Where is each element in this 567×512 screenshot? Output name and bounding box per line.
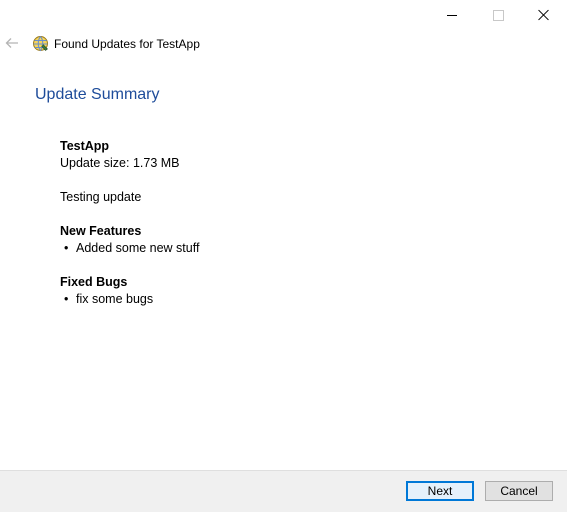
update-description: Testing update bbox=[60, 190, 142, 204]
bullet-icon: • bbox=[64, 241, 69, 255]
fixed-bugs-heading: Fixed Bugs bbox=[60, 275, 128, 289]
minimize-button[interactable] bbox=[429, 0, 475, 30]
update-size: Update size: 1.73 MB bbox=[60, 156, 180, 170]
cancel-button[interactable]: Cancel bbox=[485, 481, 553, 501]
update-window: Found Updates for TestApp Update Summary… bbox=[0, 0, 567, 512]
maximize-button[interactable] bbox=[475, 0, 521, 30]
update-app-icon bbox=[33, 36, 48, 52]
back-button[interactable] bbox=[3, 34, 21, 52]
next-button[interactable]: Next bbox=[406, 481, 474, 501]
list-item: • fix some bugs bbox=[60, 291, 199, 308]
list-item: • Added some new stuff bbox=[60, 240, 199, 257]
back-arrow-icon bbox=[5, 38, 18, 48]
close-button[interactable] bbox=[521, 0, 567, 30]
footer-bar: Next Cancel bbox=[0, 470, 567, 512]
new-features-heading: New Features bbox=[60, 224, 142, 238]
maximize-icon bbox=[492, 9, 504, 21]
update-summary-content: TestApp Update size: 1.73 MB Testing upd… bbox=[60, 138, 199, 308]
page-title: Update Summary bbox=[35, 86, 160, 103]
fixed-bug-text: fix some bugs bbox=[76, 292, 154, 306]
close-icon bbox=[538, 9, 550, 21]
new-feature-text: Added some new stuff bbox=[76, 241, 200, 255]
app-name: TestApp bbox=[60, 139, 110, 153]
window-title: Found Updates for TestApp bbox=[54, 37, 200, 51]
minimize-icon bbox=[447, 14, 457, 16]
bullet-icon: • bbox=[64, 292, 69, 306]
